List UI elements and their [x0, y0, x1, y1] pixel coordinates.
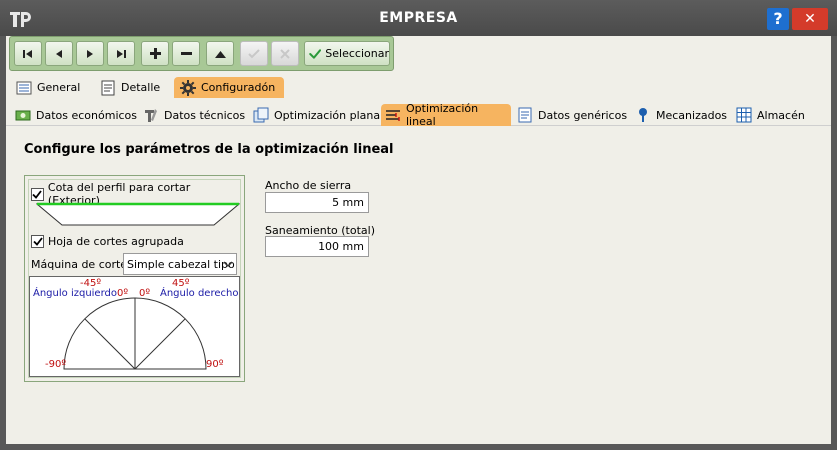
check-icon	[248, 48, 260, 58]
up-icon	[214, 50, 226, 58]
next-record-button[interactable]	[76, 41, 104, 66]
up-button[interactable]	[206, 41, 234, 66]
money-icon	[15, 110, 31, 121]
first-icon	[23, 49, 32, 58]
select-button-label: Seleccionar	[325, 47, 389, 60]
tab-general[interactable]: General	[10, 77, 80, 98]
linear-icon	[386, 110, 400, 121]
angle-zero-left-label: 0º	[117, 288, 129, 299]
help-button[interactable]: ?	[767, 8, 789, 30]
document-icon	[518, 107, 532, 123]
angle-right-title: Ángulo derecho	[160, 288, 239, 299]
sub-tabs: Datos económicos Datos técnicos Optimiza…	[6, 102, 831, 128]
window-title: EMPRESA	[379, 10, 458, 26]
app-window: EMPRESA ? ✕ Seleccionar General Detalle …	[0, 0, 837, 450]
prev-icon	[56, 49, 62, 58]
saneamiento-input[interactable]: 100 mm	[265, 236, 369, 257]
tab-label: Optimización plana	[274, 108, 381, 122]
hoja-label: Hoja de cortes agrupada	[48, 235, 184, 248]
tab-almacen[interactable]: Almacén	[732, 104, 805, 126]
client-area: Seleccionar General Detalle Configuradón…	[6, 36, 831, 444]
ancho-sierra-input[interactable]: 5 mm	[265, 192, 369, 213]
tab-optimizacion-lineal[interactable]: Optimización lineal	[381, 102, 511, 128]
tab-label: Optimización lineal	[406, 102, 479, 128]
tab-datos-economicos[interactable]: Datos económicos	[11, 104, 137, 126]
tab-label: Datos económicos	[36, 108, 138, 122]
close-button[interactable]: ✕	[792, 8, 828, 30]
angle-plus90-label: 90º	[206, 359, 224, 370]
hoja-checkbox[interactable]	[31, 235, 44, 248]
check-icon	[309, 48, 322, 59]
profile-shape	[36, 202, 240, 226]
machine-label: Máquina de corte	[31, 258, 128, 271]
tab-mecanizados[interactable]: Mecanizados	[631, 104, 727, 126]
tab-label: Almacén	[757, 108, 805, 122]
checkmark-icon	[32, 237, 43, 246]
tab-label: Datos genéricos	[538, 108, 628, 122]
tab-detalle-label: Detalle	[121, 81, 161, 94]
chevron-down-icon	[223, 261, 233, 268]
panel-heading: Configure los parámetros de la optimizac…	[24, 142, 394, 157]
tab-general-label: General	[37, 81, 81, 94]
title-bar: EMPRESA ? ✕	[0, 0, 837, 36]
tools-icon	[145, 109, 157, 122]
grid-icon	[736, 107, 752, 123]
checkmark-icon	[32, 189, 43, 199]
select-button[interactable]: Seleccionar	[304, 41, 390, 66]
tab-configuracion[interactable]: Configuradón	[174, 77, 284, 98]
prev-record-button[interactable]	[45, 41, 73, 66]
list-icon	[16, 81, 32, 94]
main-tabs: General Detalle Configuradón	[6, 74, 831, 98]
sheets-icon	[253, 107, 269, 123]
tab-optimizacion-plana[interactable]: Optimización plana	[249, 104, 380, 126]
tab-datos-genericos[interactable]: Datos genéricos	[513, 104, 627, 126]
tab-datos-tecnicos[interactable]: Datos técnicos	[139, 104, 245, 126]
minus-icon	[180, 52, 192, 55]
angle-zero-right-label: 0º	[139, 288, 151, 299]
tab-configuracion-label: Configuradón	[201, 81, 276, 94]
last-icon	[117, 49, 126, 58]
document-icon	[101, 80, 115, 95]
plus-icon	[149, 48, 161, 59]
add-button[interactable]	[141, 41, 169, 66]
gear-icon	[180, 79, 196, 96]
confirm-button[interactable]	[240, 41, 268, 66]
angle-diagram: -45º 45º Ángulo izquierdo 0º 0º Ángulo d…	[29, 276, 240, 377]
cancel-button[interactable]	[271, 41, 299, 66]
machine-select[interactable]: Simple cabezal tipo	[123, 253, 237, 275]
pin-icon	[639, 108, 647, 122]
next-icon	[87, 49, 93, 58]
cota-checkbox[interactable]	[31, 187, 44, 201]
remove-button[interactable]	[172, 41, 200, 66]
record-toolbar: Seleccionar	[9, 36, 394, 71]
angle-left-title: Ángulo izquierdo	[33, 288, 117, 299]
angle-minus90-label: -90º	[45, 359, 67, 370]
x-icon	[280, 48, 290, 59]
tab-label: Datos técnicos	[164, 108, 246, 122]
tab-label: Mecanizados	[656, 108, 728, 122]
machine-value: Simple cabezal tipo	[127, 257, 235, 271]
tab-detalle[interactable]: Detalle	[94, 77, 160, 98]
ancho-label: Ancho de sierra	[265, 179, 352, 192]
last-record-button[interactable]	[107, 41, 135, 66]
cut-settings-group: Cota del perfil para cortar (Exterior) H…	[24, 175, 245, 382]
hoja-checkbox-row[interactable]: Hoja de cortes agrupada	[31, 235, 184, 248]
first-record-button[interactable]	[14, 41, 42, 66]
